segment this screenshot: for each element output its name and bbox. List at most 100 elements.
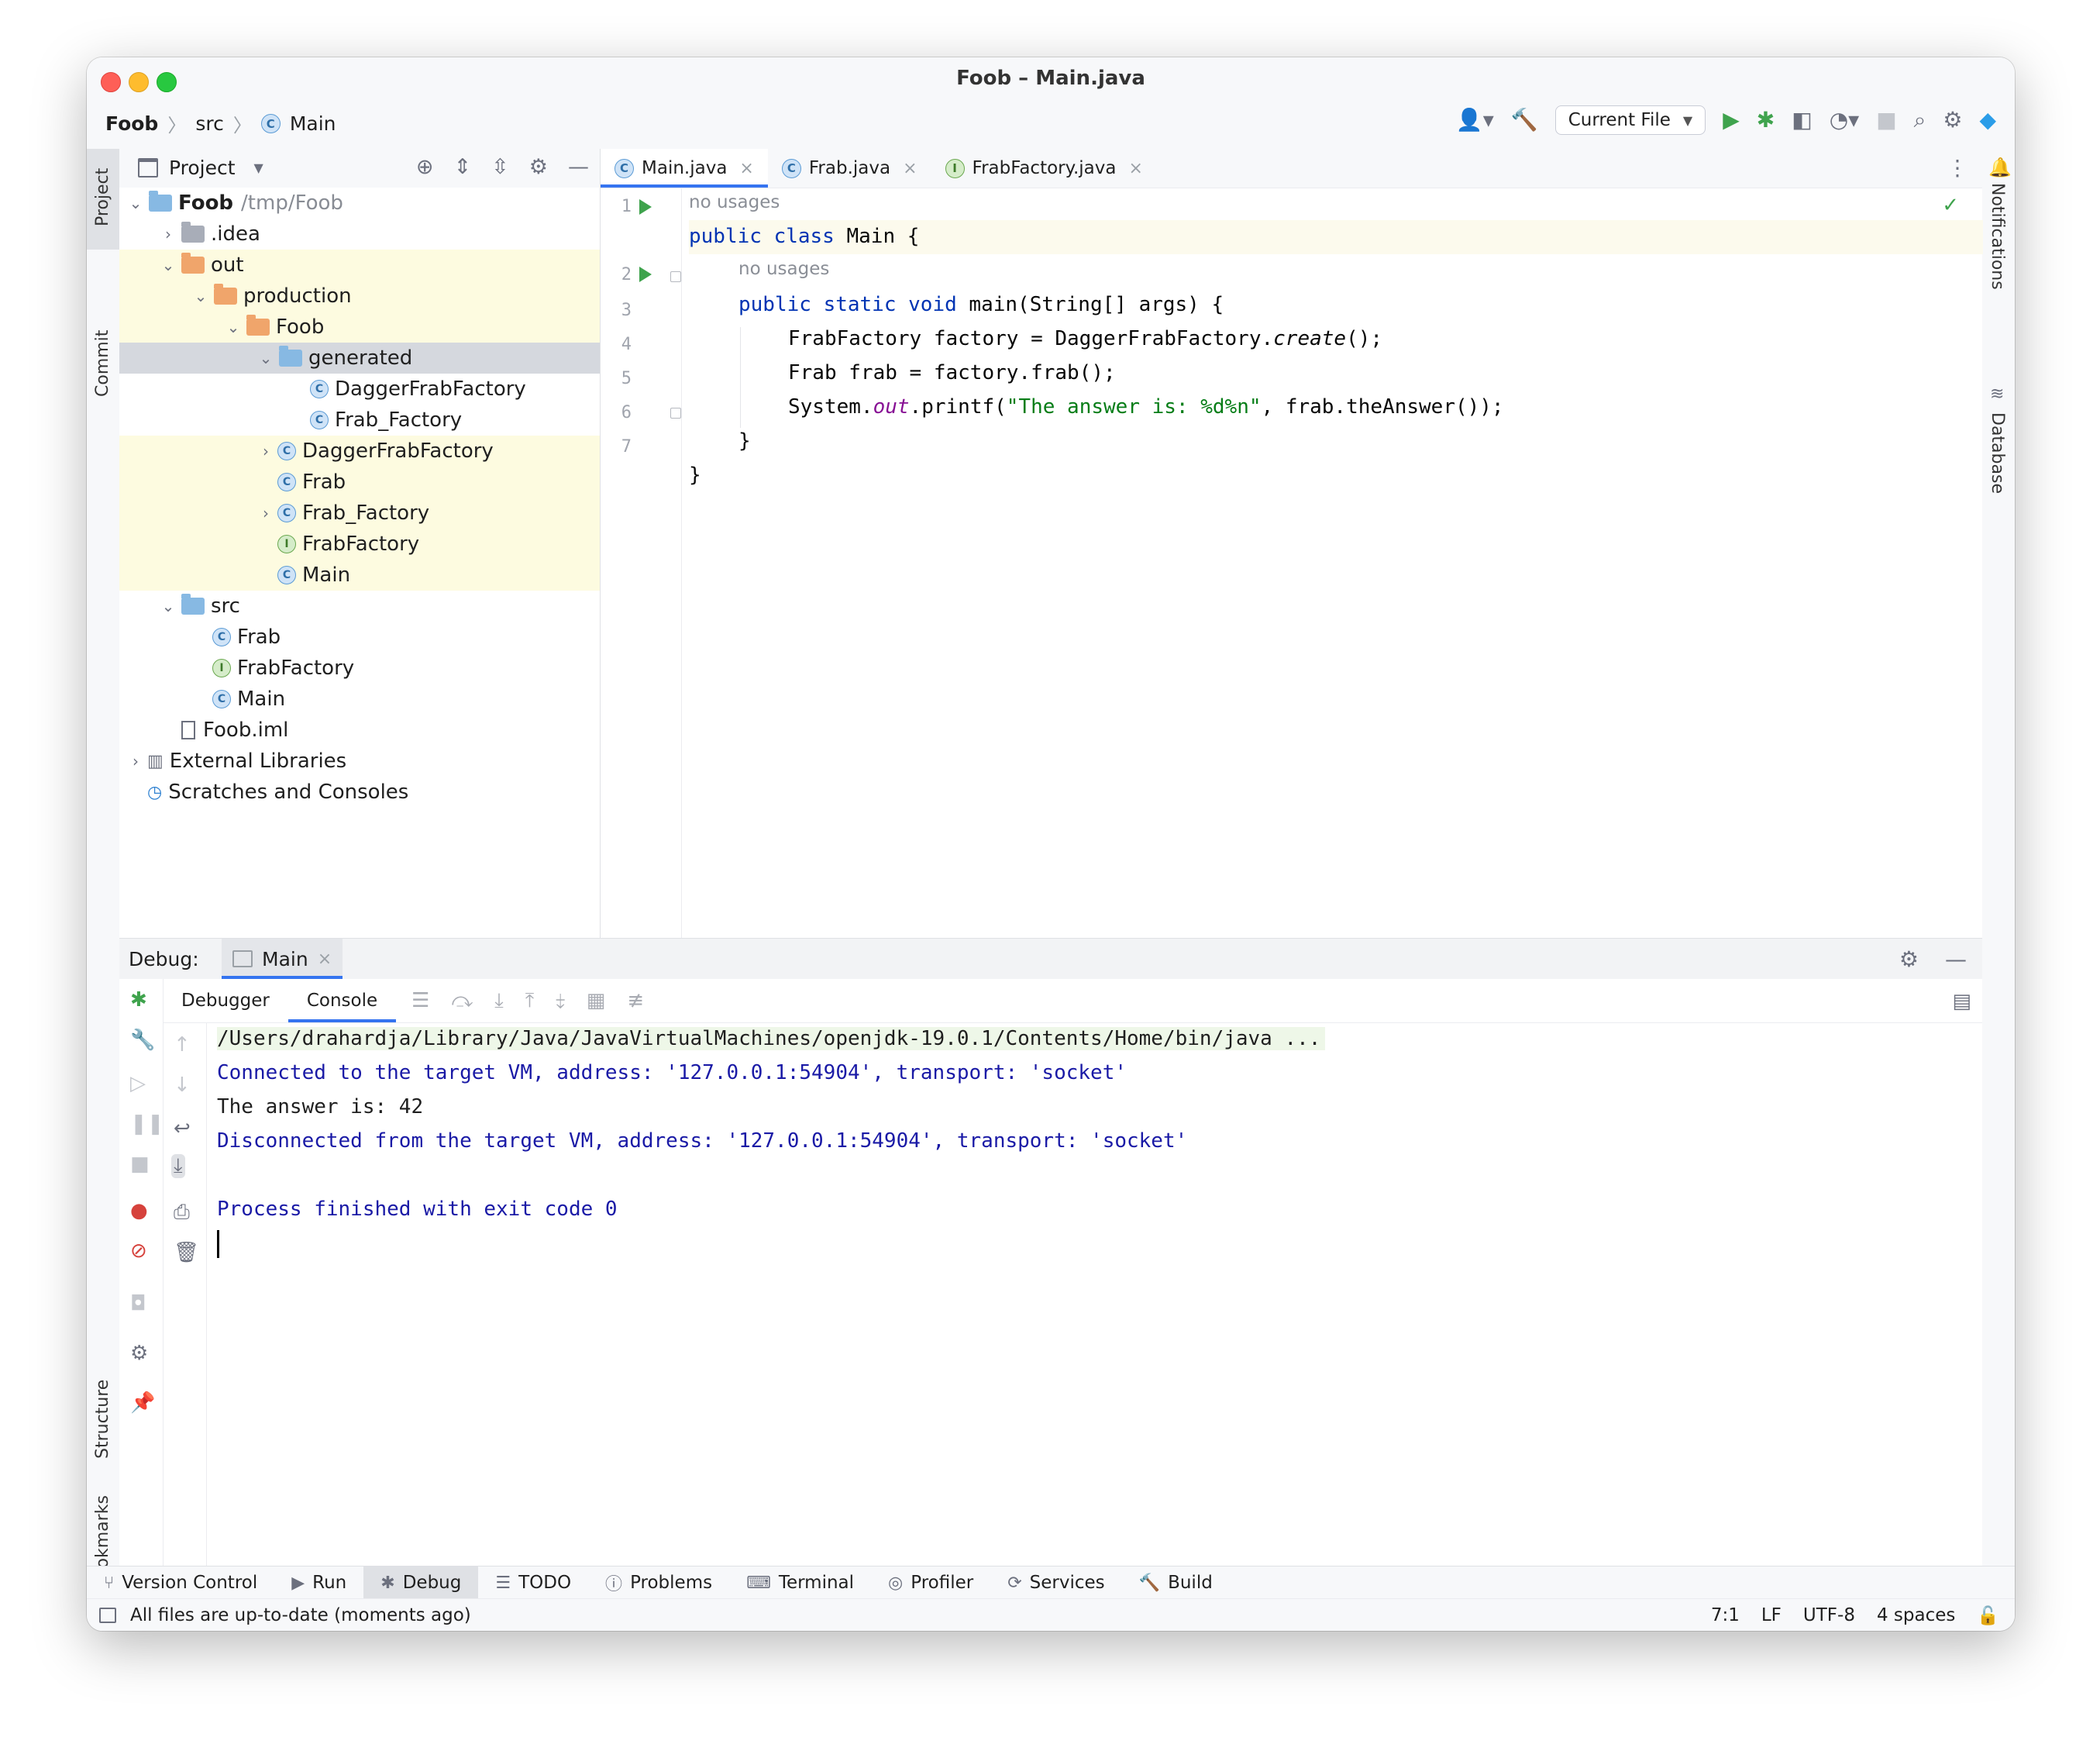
- tree-node[interactable]: › ▥ External Libraries: [119, 746, 600, 777]
- chevron-down-icon[interactable]: ⌄: [192, 287, 209, 305]
- editor-tab[interactable]: C Main.java ×: [601, 149, 768, 188]
- structure-tool-button[interactable]: Structure: [93, 1380, 112, 1459]
- close-icon[interactable]: ×: [1128, 159, 1142, 178]
- tree-node[interactable]: ◷ Scratches and Consoles: [119, 777, 600, 808]
- tree-node[interactable]: I FrabFactory: [119, 653, 600, 684]
- fold-marker-icon[interactable]: [670, 271, 681, 282]
- debugger-tab[interactable]: Debugger: [163, 979, 288, 1022]
- bottom-tab-terminal[interactable]: ⌨ Terminal: [729, 1566, 871, 1599]
- bottom-tab-run[interactable]: ▶ Run: [274, 1566, 363, 1599]
- chevron-down-icon[interactable]: ⌄: [257, 349, 274, 367]
- rerun-debug-icon[interactable]: ✱: [130, 988, 147, 1012]
- tree-node[interactable]: ⌄ src: [119, 591, 600, 622]
- gear-icon[interactable]: ⚙: [529, 155, 548, 179]
- hide-panel-icon[interactable]: —: [568, 155, 589, 179]
- arrow-down-icon[interactable]: ↓: [174, 1074, 191, 1097]
- arrow-up-icon[interactable]: ↑: [174, 1033, 191, 1056]
- soft-wrap-icon[interactable]: ↩: [174, 1117, 191, 1140]
- bottom-tab-problems[interactable]: ⓘ Problems: [588, 1566, 729, 1599]
- indent-setting[interactable]: 4 spaces: [1877, 1605, 1955, 1625]
- notifications-tool-button[interactable]: Notifications: [1988, 183, 2007, 290]
- hamburger-menu-icon[interactable]: ☰: [411, 989, 429, 1013]
- run-to-cursor-icon[interactable]: ⤈: [556, 989, 565, 1013]
- bottom-tab-services[interactable]: ⟳ Services: [990, 1566, 1121, 1599]
- tree-node[interactable]: › C DaggerFrabFactory: [119, 436, 600, 467]
- locate-file-icon[interactable]: ⊕: [416, 155, 434, 179]
- chevron-right-icon[interactable]: ›: [257, 504, 274, 522]
- modify-run-configuration-icon[interactable]: 🔧: [130, 1029, 155, 1052]
- breadcrumb-main[interactable]: Main: [290, 112, 336, 135]
- layout-settings-icon[interactable]: ▤: [1952, 990, 1971, 1013]
- close-icon[interactable]: ×: [903, 159, 917, 178]
- scroll-to-end-icon[interactable]: ⤓: [171, 1154, 185, 1178]
- run-gutter-icon[interactable]: [639, 199, 652, 215]
- chevron-down-icon[interactable]: ⌄: [225, 318, 242, 336]
- profile-icon[interactable]: ◔▾: [1830, 109, 1860, 131]
- no-problems-check-icon[interactable]: ✓: [1942, 194, 1959, 217]
- commit-tool-button[interactable]: Commit: [93, 330, 112, 397]
- tree-node[interactable]: › C Frab_Factory: [119, 498, 600, 529]
- chevron-right-icon[interactable]: ›: [160, 225, 177, 243]
- more-options-icon[interactable]: ⋮: [1947, 155, 1968, 181]
- close-icon[interactable]: ×: [739, 159, 753, 178]
- pause-icon[interactable]: ❚❚: [130, 1112, 164, 1136]
- tree-node[interactable]: C DaggerFrabFactory: [119, 374, 600, 405]
- project-view-select[interactable]: Project ▼: [138, 157, 263, 179]
- chevron-down-icon[interactable]: ⌄: [160, 256, 177, 274]
- tree-node[interactable]: ⌄ production: [119, 281, 600, 312]
- database-tool-button[interactable]: Database: [1988, 412, 2007, 494]
- toggle-tool-windows-icon[interactable]: [99, 1608, 116, 1623]
- tree-node[interactable]: C Main: [119, 684, 600, 715]
- print-icon[interactable]: ⎙: [174, 1201, 190, 1225]
- mute-breakpoints-icon[interactable]: ⊘: [130, 1239, 147, 1263]
- editor-tab[interactable]: C Frab.java ×: [768, 149, 931, 188]
- tree-node[interactable]: C Frab: [119, 467, 600, 498]
- chevron-down-icon[interactable]: ⌄: [127, 194, 144, 212]
- hide-panel-icon[interactable]: —: [1945, 946, 1967, 972]
- tree-node[interactable]: I FrabFactory: [119, 529, 600, 560]
- database-icon[interactable]: ≋: [1990, 384, 2004, 404]
- run-icon[interactable]: ▶: [1723, 109, 1740, 131]
- step-out-icon[interactable]: ⤒: [525, 989, 535, 1013]
- debug-settings-gear-icon[interactable]: ⚙: [130, 1342, 148, 1365]
- editor-tab[interactable]: I FrabFactory.java ×: [931, 149, 1157, 188]
- evaluate-expression-icon[interactable]: ▦: [587, 989, 606, 1013]
- debug-session-tab[interactable]: Main ×: [222, 939, 343, 979]
- close-icon[interactable]: ×: [318, 950, 332, 969]
- run-gutter-icon[interactable]: [639, 267, 652, 282]
- jetbrains-logo-icon[interactable]: ◆: [1979, 109, 1996, 131]
- step-over-icon[interactable]: ⤼: [451, 989, 473, 1013]
- view-breakpoints-icon[interactable]: ●: [130, 1199, 148, 1222]
- bottom-tab-profiler[interactable]: ◎ Profiler: [871, 1566, 990, 1599]
- tree-node[interactable]: ⌄ out: [119, 250, 600, 281]
- lock-icon[interactable]: 🔓: [1977, 1605, 1999, 1626]
- project-tool-button[interactable]: Project: [93, 168, 112, 226]
- chevron-right-icon[interactable]: ›: [127, 752, 144, 770]
- usages-hint[interactable]: no usages: [689, 192, 780, 212]
- coverage-icon[interactable]: ◧: [1792, 109, 1812, 131]
- run-configuration-select[interactable]: Current File ▼: [1554, 105, 1706, 135]
- bottom-tab-build[interactable]: 🔨 Build: [1122, 1566, 1230, 1599]
- gear-icon[interactable]: ⚙: [1943, 109, 1962, 131]
- usages-hint[interactable]: no usages: [738, 259, 829, 279]
- collapse-all-icon[interactable]: ⇳: [491, 155, 509, 179]
- search-icon[interactable]: ⌕: [1914, 109, 1926, 131]
- debug-bug-icon[interactable]: ✱: [1757, 109, 1775, 131]
- chevron-right-icon[interactable]: ›: [257, 442, 274, 460]
- tree-node[interactable]: C Frab: [119, 622, 600, 653]
- notification-bell-icon[interactable]: 🔔: [1988, 157, 2012, 178]
- tree-node[interactable]: ⌄ Foob: [119, 312, 600, 343]
- stop-icon[interactable]: ■: [130, 1153, 150, 1176]
- pin-icon[interactable]: 📌: [130, 1391, 155, 1415]
- gear-icon[interactable]: ⚙: [1899, 946, 1919, 972]
- caret-position[interactable]: 7:1: [1711, 1605, 1740, 1625]
- fold-marker-icon[interactable]: [670, 408, 681, 419]
- bottom-tab-debug[interactable]: ✱ Debug: [363, 1566, 479, 1599]
- resume-icon[interactable]: ▷: [130, 1072, 146, 1095]
- build-hammer-icon[interactable]: 🔨: [1511, 109, 1538, 131]
- status-message[interactable]: All files are up-to-date (moments ago): [130, 1605, 471, 1625]
- tree-node[interactable]: C Frab_Factory: [119, 405, 600, 436]
- tree-node[interactable]: Foob.iml: [119, 715, 600, 746]
- bottom-tab-version-control[interactable]: ⑂ Version Control: [87, 1566, 274, 1599]
- file-encoding[interactable]: UTF-8: [1803, 1605, 1855, 1625]
